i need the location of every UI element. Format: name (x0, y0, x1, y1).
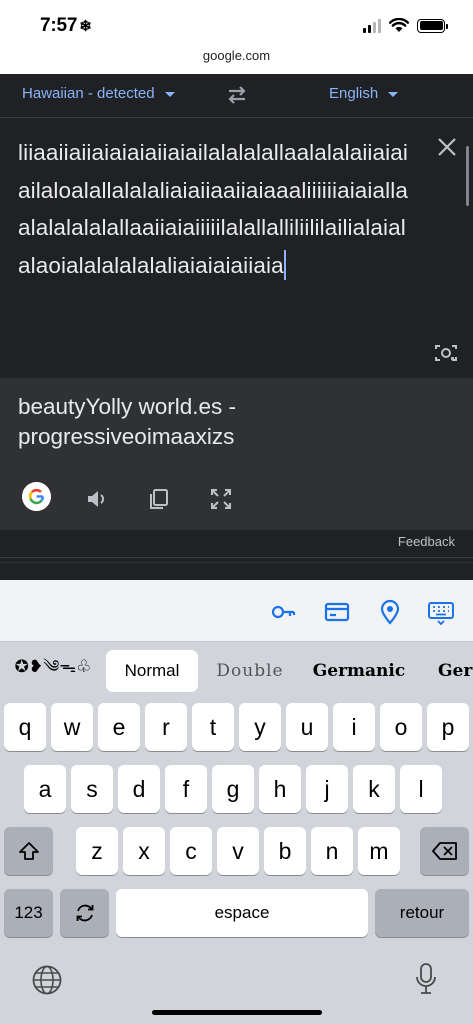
key-r[interactable]: r (145, 703, 187, 751)
key-j[interactable]: j (306, 765, 348, 813)
source-language-label: Hawaiian - detected (22, 85, 155, 102)
status-icons (363, 18, 448, 33)
key-f[interactable]: f (165, 765, 207, 813)
microphone-icon[interactable] (414, 962, 438, 996)
text-cursor (283, 249, 286, 280)
target-language-selector[interactable]: English (329, 85, 399, 102)
battery-icon (417, 18, 448, 33)
numbers-key[interactable]: 123 (4, 889, 53, 937)
divider (0, 562, 473, 580)
backspace-icon (431, 842, 457, 860)
key-o[interactable]: o (380, 703, 422, 751)
google-icon[interactable] (22, 482, 51, 511)
key-q[interactable]: q (4, 703, 46, 751)
space-key[interactable]: espace (116, 889, 368, 937)
key-l[interactable]: l (400, 765, 442, 813)
font-option-symbols[interactable]: ✪❥༄ᯓ♧ (4, 650, 102, 692)
key-k[interactable]: k (353, 765, 395, 813)
font-option-normal[interactable]: Normal (106, 650, 198, 692)
translated-text[interactable]: beautyYolly world.es - progressiveoimaax… (18, 392, 458, 452)
key-h[interactable]: h (259, 765, 301, 813)
url-bar[interactable]: google.com (0, 48, 473, 74)
key-a[interactable]: a (24, 765, 66, 813)
globe-icon[interactable] (31, 964, 63, 996)
font-style-bar: ✪❥༄ᯓ♧ Normal Double Germanic Ger (0, 650, 473, 694)
backspace-key[interactable] (420, 827, 469, 875)
key-p[interactable]: p (427, 703, 469, 751)
key-y[interactable]: y (239, 703, 281, 751)
language-bar: Hawaiian - detected English (0, 74, 473, 118)
translation-result: beautyYolly world.es - progressiveoimaax… (0, 378, 473, 530)
key-b[interactable]: b (264, 827, 306, 875)
url-text: google.com (202, 48, 271, 63)
key-icon[interactable] (270, 599, 296, 625)
snowflake-icon: ❄ (79, 18, 92, 35)
target-language-label: English (329, 85, 379, 102)
shift-icon (18, 842, 39, 860)
close-icon[interactable] (436, 136, 458, 158)
key-u[interactable]: u (286, 703, 328, 751)
chevron-down-icon (388, 92, 399, 97)
feedback-link[interactable]: Feedback (398, 534, 455, 549)
source-language-selector[interactable]: Hawaiian - detected (22, 85, 175, 102)
key-v[interactable]: v (217, 827, 259, 875)
key-z[interactable]: z (76, 827, 118, 875)
shift-key[interactable] (4, 827, 53, 875)
scrollbar[interactable] (466, 146, 469, 206)
key-g[interactable]: g (212, 765, 254, 813)
speaker-icon[interactable] (85, 487, 109, 511)
location-icon[interactable] (377, 599, 403, 625)
font-option-germanic-2[interactable]: Ger (422, 650, 473, 692)
source-text-input[interactable]: liiaaiiaiiaiaiaiaiiaiailalalalallaalalal… (18, 134, 413, 284)
wifi-icon (389, 18, 409, 32)
key-e[interactable]: e (98, 703, 140, 751)
key-d[interactable]: d (118, 765, 160, 813)
translate-panel: Hawaiian - detected English liiaaiiaiiai… (0, 74, 473, 580)
key-w[interactable]: w (51, 703, 93, 751)
result-actions (0, 482, 473, 518)
refresh-icon (76, 904, 93, 922)
key-t[interactable]: t (192, 703, 234, 751)
status-bar: 7:57 ❄ (0, 0, 473, 48)
feedback-row: Feedback (0, 530, 473, 558)
key-n[interactable]: n (311, 827, 353, 875)
swap-languages-icon[interactable] (224, 82, 250, 108)
status-time: 7:57 ❄ (40, 15, 92, 37)
home-indicator[interactable] (152, 1010, 322, 1015)
font-option-double[interactable]: Double (204, 650, 296, 692)
copy-icon[interactable] (147, 487, 171, 511)
cellular-signal-icon (363, 18, 381, 33)
key-c[interactable]: c (170, 827, 212, 875)
source-text: liiaaiiaiiaiaiaiaiiaiailalalalallaalalal… (18, 140, 408, 278)
chevron-down-icon (164, 92, 175, 97)
key-i[interactable]: i (333, 703, 375, 751)
keyboard: ✪❥༄ᯓ♧ Normal Double Germanic Ger q w e r… (0, 580, 473, 1024)
key-m[interactable]: m (358, 827, 400, 875)
credit-card-icon[interactable] (324, 599, 350, 625)
return-key[interactable]: retour (375, 889, 469, 937)
font-option-germanic[interactable]: Germanic (302, 650, 416, 692)
camera-lens-icon[interactable] (434, 342, 458, 364)
source-input-area[interactable]: liiaaiiaiiaiaiaiaiiaiailalalalallaalalal… (0, 118, 473, 378)
keyboard-toolbar (0, 580, 473, 642)
keyboard-icon[interactable] (428, 599, 454, 625)
key-x[interactable]: x (123, 827, 165, 875)
fullscreen-icon[interactable] (209, 487, 233, 511)
switch-keyboard-key[interactable] (60, 889, 109, 937)
key-s[interactable]: s (71, 765, 113, 813)
time-text: 7:57 (40, 15, 78, 36)
